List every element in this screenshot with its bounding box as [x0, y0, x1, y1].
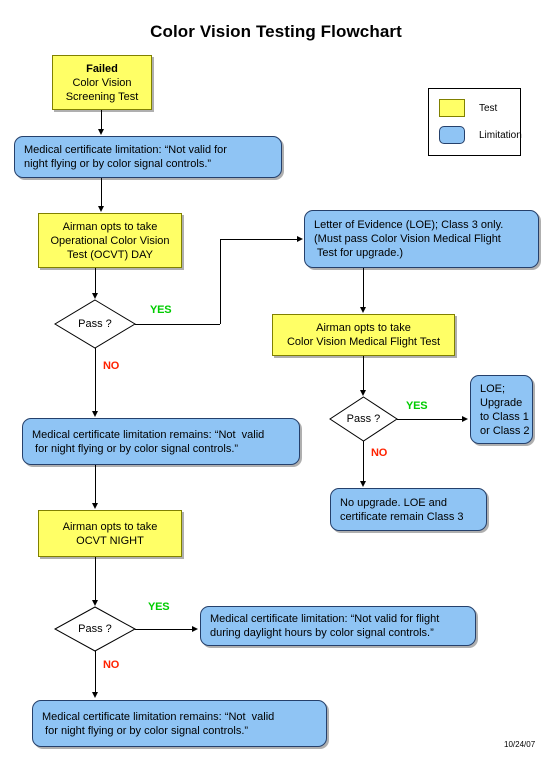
label-passflight-no: NO [371, 447, 388, 459]
arrow-passflight-no [360, 481, 366, 487]
connector-loe-to-flighttest [363, 268, 364, 308]
legend-item-test: Test [439, 99, 497, 117]
decision-pass-flight-label: Pass ? [346, 413, 381, 425]
arrow-ocvtnight-to-passnight [92, 600, 98, 606]
node-limitation-remains-day-line2: for night flying or by color signal cont… [32, 442, 239, 455]
node-loe-upgrade-line1: LOE; [480, 382, 506, 395]
connector-passflight-no [363, 441, 364, 482]
node-failed-screening-line2: Color Vision [72, 76, 132, 89]
node-limitation-remains-day: Medical certificate limitation remains: … [22, 418, 300, 465]
decision-pass-night-label: Pass ? [78, 623, 112, 635]
node-no-upgrade: No upgrade. LOE and certificate remain C… [330, 488, 487, 531]
connector-passday-yes-vertical [220, 239, 221, 324]
connector-limitationremains-to-ocvtnight [95, 465, 96, 504]
decision-pass-flight: Pass ? [329, 396, 398, 442]
connector-ocvtday-to-passday [95, 268, 96, 294]
arrow-passnight-yes [192, 625, 198, 632]
arrow-limitationremains-to-ocvtnight [92, 503, 98, 509]
legend-swatch-limitation [439, 126, 465, 144]
node-failed-screening: Failed Color Vision Screening Test [52, 55, 152, 110]
arrow-failed-to-limitation [98, 129, 104, 135]
arrow-ocvtday-to-passday [92, 293, 98, 299]
connector-ocvtnight-to-passnight [95, 557, 96, 601]
node-ocvt-night: Airman opts to take OCVT NIGHT [38, 510, 182, 557]
arrow-passnight-no [92, 692, 98, 698]
node-ocvt-day: Airman opts to take Operational Color Vi… [38, 213, 182, 268]
node-failed-screening-line3: Screening Test [65, 90, 139, 103]
legend-swatch-test [439, 99, 465, 117]
label-passday-yes: YES [150, 304, 172, 316]
connector-passday-no [95, 348, 96, 412]
node-loe-class3-line1: Letter of Evidence (LOE); Class 3 only. [314, 219, 504, 231]
node-loe-class3-line3: Test for upgrade.) [314, 247, 404, 259]
node-limitation-remains-day-line1: Medical certificate limitation remains: … [32, 428, 265, 441]
label-passday-no: NO [103, 360, 120, 372]
connector-passflight-yes [397, 419, 463, 420]
node-loe-class3-line2: (Must pass Color Vision Medical Flight [314, 233, 501, 245]
node-medical-flight-test-line2: Color Vision Medical Flight Test [286, 336, 441, 348]
node-ocvt-day-line2: Operational Color Vision [50, 234, 170, 247]
connector-limitation-to-ocvtday [101, 178, 102, 207]
node-ocvt-night-line2: OCVT NIGHT [76, 534, 144, 547]
node-failed-screening-line1: Failed [86, 62, 118, 75]
page-title: Color Vision Testing Flowchart [150, 22, 402, 41]
datestamp: 10/24/07 [504, 740, 536, 749]
node-limitation-daylight-line1: Medical certificate limitation: “Not val… [210, 613, 440, 625]
node-limitation-night-line2: night flying or by color signal controls… [24, 158, 212, 170]
decision-pass-day-label: Pass ? [78, 318, 112, 330]
label-passnight-no: NO [103, 659, 120, 671]
node-limitation-remains-night-line1: Medical certificate limitation remains: … [42, 710, 275, 723]
node-no-upgrade-line2: certificate remain Class 3 [340, 510, 464, 523]
node-medical-flight-test-line1: Airman opts to take [316, 322, 411, 334]
connector-failed-to-limitation [101, 110, 102, 130]
node-loe-upgrade-line2: Upgrade [480, 396, 523, 409]
decision-pass-night: Pass ? [53, 606, 137, 652]
label-passnight-yes: YES [148, 601, 170, 613]
node-no-upgrade-line1: No upgrade. LOE and [340, 496, 448, 509]
arrow-passflight-yes [462, 415, 468, 422]
arrow-flighttest-to-passflight [360, 390, 366, 396]
flowchart-canvas: Color Vision Testing Flowchart Test Limi… [0, 0, 552, 759]
node-limitation-night: Medical certificate limitation: “Not val… [14, 136, 282, 178]
arrow-limitation-to-ocvtday [98, 206, 104, 212]
connector-passnight-yes [135, 629, 193, 630]
legend: Test Limitation [428, 88, 522, 156]
node-loe-upgrade-line3: to Class 1 [480, 410, 529, 423]
node-loe-upgrade: LOE; Upgrade to Class 1 or Class 2 [470, 375, 533, 444]
decision-pass-day: Pass ? [54, 299, 136, 349]
node-loe-upgrade-line4: or Class 2 [480, 424, 530, 437]
connector-passday-yes-to-loe [220, 239, 298, 240]
arrow-passday-no [92, 411, 98, 417]
legend-label-limitation: Limitation [479, 129, 522, 141]
node-limitation-daylight: Medical certificate limitation: “Not val… [200, 606, 476, 646]
node-medical-flight-test: Airman opts to take Color Vision Medical… [272, 314, 455, 356]
node-ocvt-night-line1: Airman opts to take [62, 520, 158, 533]
node-limitation-remains-night: Medical certificate limitation remains: … [32, 700, 327, 747]
node-limitation-remains-night-line2: for night flying or by color signal cont… [42, 724, 249, 737]
arrow-loe-to-flighttest [360, 307, 366, 313]
connector-passday-yes-horizontal [135, 324, 220, 325]
connector-passnight-no [95, 651, 96, 693]
node-ocvt-day-line3: Test (OCVT) DAY [67, 248, 153, 261]
legend-label-test: Test [479, 102, 498, 114]
legend-item-limitation: Limitation [439, 126, 522, 144]
node-ocvt-day-line1: Airman opts to take [62, 220, 158, 233]
arrow-passday-yes-to-loe [297, 235, 303, 242]
node-limitation-night-line1: Medical certificate limitation: “Not val… [24, 144, 227, 156]
node-limitation-daylight-line2: during daylight hours by color signal co… [210, 627, 434, 639]
connector-flighttest-to-passflight [363, 356, 364, 391]
node-loe-class3: Letter of Evidence (LOE); Class 3 only. … [304, 210, 539, 268]
label-passflight-yes: YES [406, 400, 428, 412]
